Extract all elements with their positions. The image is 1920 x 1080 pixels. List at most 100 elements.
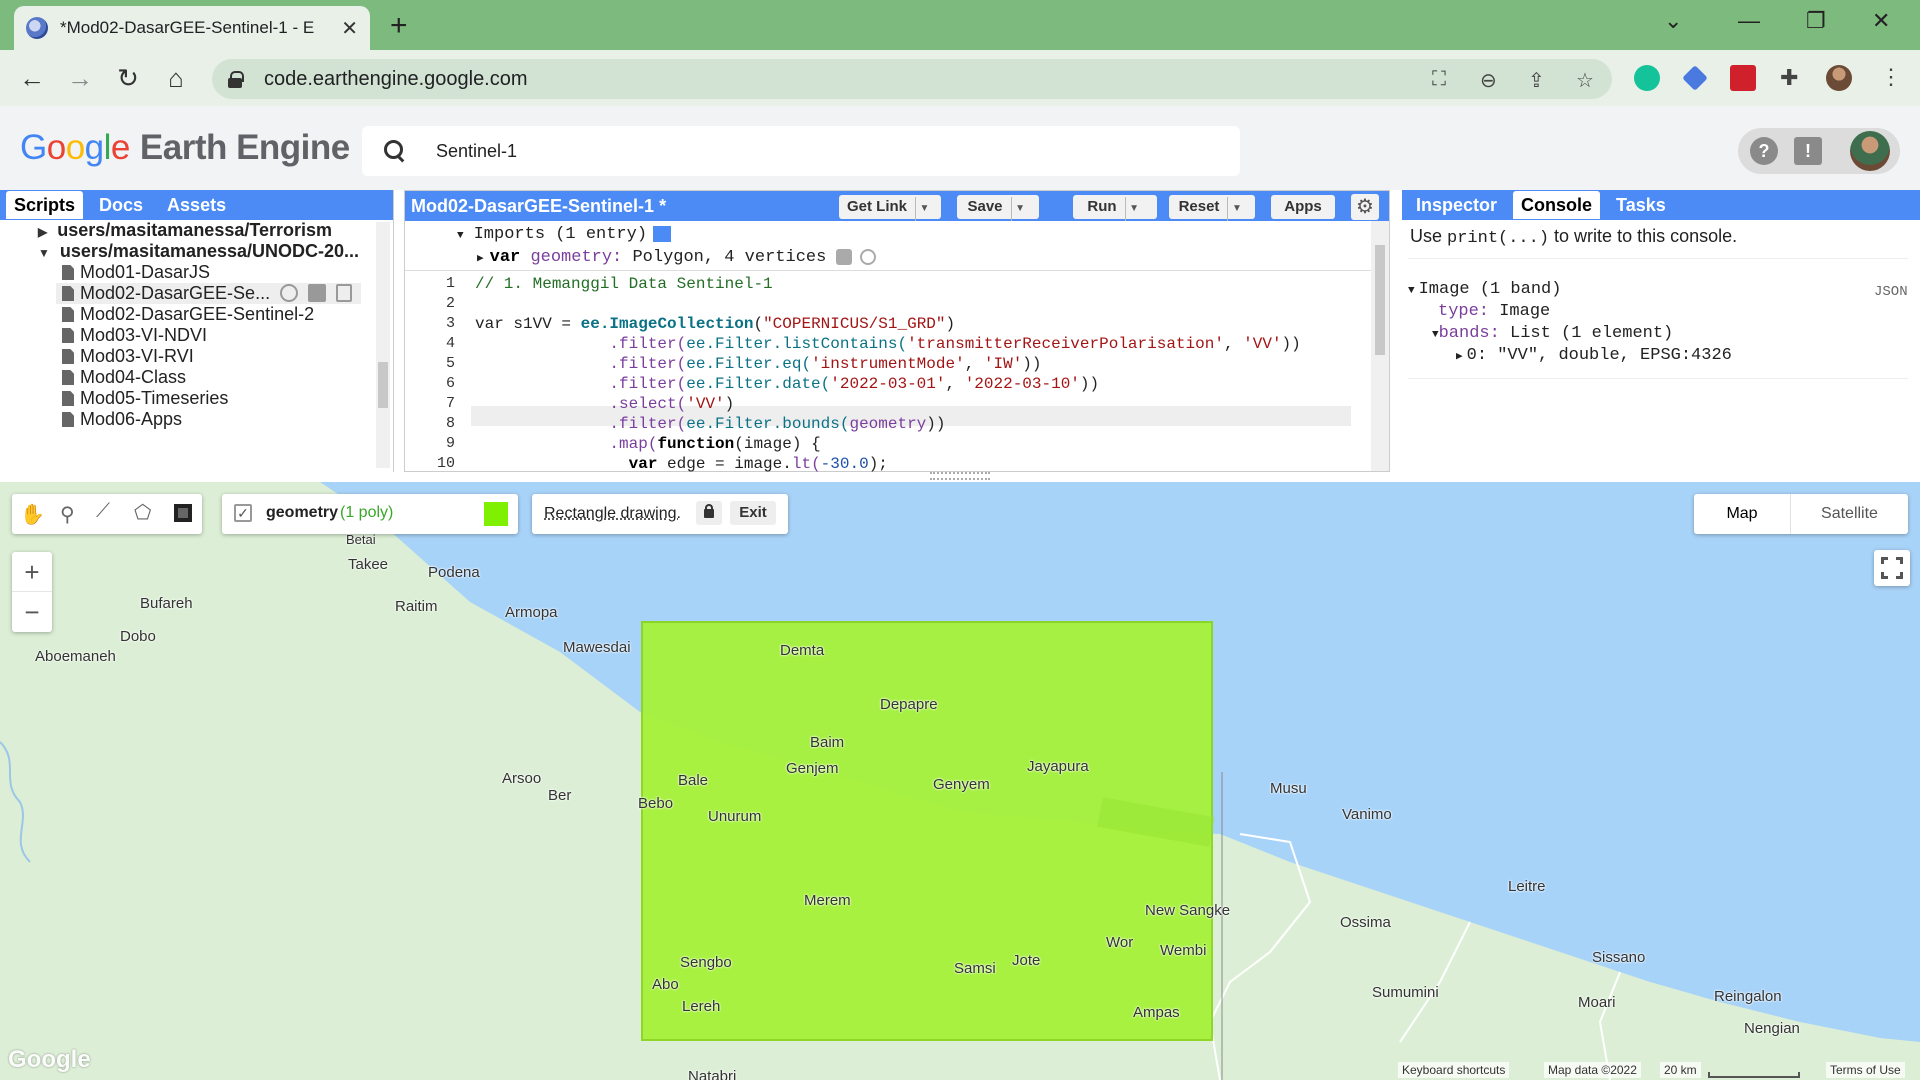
chevron-down-icon[interactable]: ▼ xyxy=(1124,197,1143,221)
editor-scrollbar[interactable] xyxy=(1371,221,1389,471)
show-code-icon[interactable] xyxy=(653,225,672,242)
caret-right-icon[interactable]: ▶ xyxy=(38,225,47,239)
draw-line-icon[interactable]: ⟋ xyxy=(96,500,110,523)
chevron-down-icon[interactable]: ▼ xyxy=(915,197,933,221)
tree-file[interactable]: Mod05-Timeseries xyxy=(62,388,228,409)
map-canvas[interactable]: Takee Betai Podena Bufareh Raitim Armopa… xyxy=(0,482,1920,1080)
tree-folder-terrorism[interactable]: ▶ users/masitamanessa/Terrorism xyxy=(38,220,332,241)
pan-hand-icon[interactable]: ✋ xyxy=(20,502,45,527)
exit-drawing-button[interactable]: Exit xyxy=(730,501,776,525)
editor-scroll-thumb[interactable] xyxy=(1375,245,1385,355)
tab-tasks[interactable]: Tasks xyxy=(1608,192,1674,219)
place-label: Bufareh xyxy=(140,595,193,612)
chevron-down-icon[interactable]: ▼ xyxy=(1227,197,1245,221)
layer-checkbox[interactable]: ✓ xyxy=(234,504,252,522)
import-geometry-row[interactable]: ▶ var geometry: Polygon, 4 vertices xyxy=(477,248,877,267)
back-icon[interactable]: ← xyxy=(14,60,50,96)
home-icon[interactable]: ⌂ xyxy=(158,60,194,96)
geometry-toggle-icon[interactable] xyxy=(860,248,877,265)
save-button[interactable]: Save ▼ xyxy=(957,195,1039,221)
settings-gear-icon[interactable]: ⚙ xyxy=(1351,194,1379,220)
rename-icon[interactable] xyxy=(308,284,326,302)
bookmark-star-icon[interactable]: ☆ xyxy=(1576,68,1594,93)
geometry-color-swatch[interactable] xyxy=(484,502,508,526)
mendeley-extension-icon[interactable] xyxy=(1730,65,1756,91)
tab-search-icon[interactable]: ⌄ xyxy=(1664,8,1682,34)
history-icon[interactable] xyxy=(280,284,298,302)
file-icon xyxy=(62,286,74,301)
tab-inspector[interactable]: Inspector xyxy=(1408,192,1505,219)
restore-icon[interactable]: ❐ xyxy=(1806,8,1826,34)
window-close-icon[interactable]: ✕ xyxy=(1872,8,1890,34)
tab-console[interactable]: Console xyxy=(1513,191,1601,219)
tree-file-selected[interactable]: Mod02-DasarGEE-Se... xyxy=(56,283,361,304)
tree-file[interactable]: Mod04-Class xyxy=(62,367,186,388)
help-icon[interactable]: ? xyxy=(1750,137,1778,165)
forward-icon[interactable]: → xyxy=(62,60,98,96)
console-bands-row[interactable]: ▼bands: List (1 element) xyxy=(1432,324,1673,343)
caret-down-icon[interactable]: ▼ xyxy=(38,246,50,260)
fullscreen-button[interactable] xyxy=(1874,550,1910,586)
panel-resize-handle[interactable] xyxy=(930,472,990,480)
console-divider xyxy=(1408,378,1908,379)
extension-icon[interactable] xyxy=(1682,65,1708,91)
map-type-satellite-button[interactable]: Satellite xyxy=(1790,494,1908,534)
geometry-settings-icon[interactable] xyxy=(836,248,853,265)
zoom-icon[interactable]: ⊖ xyxy=(1480,68,1497,93)
google-earth-engine-logo[interactable]: Google Earth Engine xyxy=(20,128,350,168)
new-tab-icon[interactable]: + xyxy=(390,9,408,43)
place-label: Raitim xyxy=(395,598,438,615)
run-button[interactable]: Run ▼ xyxy=(1073,195,1157,221)
zoom-in-button[interactable]: + xyxy=(12,552,52,592)
profile-avatar[interactable] xyxy=(1826,65,1852,91)
console-image-header[interactable]: ▼ Image (1 band) xyxy=(1408,280,1561,299)
add-marker-icon[interactable]: ⚲ xyxy=(60,502,75,527)
browser-tab[interactable]: *Mod02-DasarGEE-Sentinel-1 - E ✕ xyxy=(14,6,370,50)
share-icon[interactable]: ⇪ xyxy=(1528,68,1545,93)
lock-icon[interactable] xyxy=(228,71,244,88)
translate-icon[interactable]: ⛶ xyxy=(1432,68,1446,91)
close-tab-icon[interactable]: ✕ xyxy=(341,16,358,41)
apps-button[interactable]: Apps xyxy=(1271,195,1335,219)
tab-assets[interactable]: Assets xyxy=(159,192,234,219)
tree-scroll-thumb[interactable] xyxy=(378,362,388,408)
tree-file[interactable]: Mod06-Apps xyxy=(62,409,182,430)
geometry-layer-name[interactable]: geometry xyxy=(266,504,338,522)
address-bar[interactable]: code.earthengine.google.com xyxy=(212,59,1612,99)
tree-folder-unodc[interactable]: ▼ users/masitamanessa/UNODC-20... xyxy=(38,241,359,262)
search-input[interactable]: Sentinel-1 xyxy=(362,126,1240,176)
draw-polygon-icon[interactable]: ⬠ xyxy=(134,500,151,525)
grammarly-extension-icon[interactable] xyxy=(1634,65,1660,91)
user-avatar[interactable] xyxy=(1850,131,1890,171)
get-link-button[interactable]: Get Link ▼ xyxy=(839,195,941,221)
tab-docs[interactable]: Docs xyxy=(91,192,151,219)
browser-menu-icon[interactable]: ⋮ xyxy=(1880,64,1902,90)
terms-of-use-link[interactable]: Terms of Use xyxy=(1826,1062,1905,1078)
zoom-out-button[interactable]: − xyxy=(12,592,52,632)
feedback-icon[interactable]: ! xyxy=(1794,137,1822,165)
reset-button[interactable]: Reset ▼ xyxy=(1169,195,1255,221)
imports-header[interactable]: ▼ Imports (1 entry) xyxy=(457,225,672,244)
console-panel: Inspector Console Tasks Use print(...) t… xyxy=(1402,190,1920,472)
tree-file[interactable]: Mod03-VI-NDVI xyxy=(62,325,207,346)
reload-icon[interactable]: ↻ xyxy=(110,60,146,96)
delete-icon[interactable] xyxy=(336,284,352,302)
json-toggle[interactable]: JSON xyxy=(1874,284,1908,300)
code-line-1: // 1. Memanggil Data Sentinel-1 xyxy=(475,275,773,293)
tree-file[interactable]: Mod03-VI-RVI xyxy=(62,346,194,367)
keyboard-shortcuts-link[interactable]: Keyboard shortcuts xyxy=(1398,1062,1510,1078)
draw-rectangle-icon[interactable] xyxy=(174,504,192,522)
console-band0-row[interactable]: ▶ 0: "VV", double, EPSG:4326 xyxy=(1456,346,1732,365)
minimize-icon[interactable]: — xyxy=(1738,8,1760,34)
tree-file[interactable]: Mod02-DasarGEE-Sentinel-2 xyxy=(62,304,314,325)
zoom-control: + − xyxy=(12,552,52,632)
imports-section: ▼ Imports (1 entry) ▶ var geometry: Polygo… xyxy=(405,221,1371,271)
tab-scripts[interactable]: Scripts xyxy=(6,191,84,219)
lock-icon[interactable] xyxy=(696,501,722,525)
chevron-down-icon[interactable]: ▼ xyxy=(1010,197,1029,221)
extensions-puzzle-icon[interactable]: ✚ xyxy=(1780,65,1798,91)
tree-scrollbar[interactable] xyxy=(376,222,390,468)
code-area[interactable]: 1 2 3 4 5 6 7 8 9 10 // 1. Memanggil Dat… xyxy=(405,273,1371,473)
map-type-map-button[interactable]: Map xyxy=(1694,494,1790,534)
tree-file[interactable]: Mod01-DasarJS xyxy=(62,262,210,283)
